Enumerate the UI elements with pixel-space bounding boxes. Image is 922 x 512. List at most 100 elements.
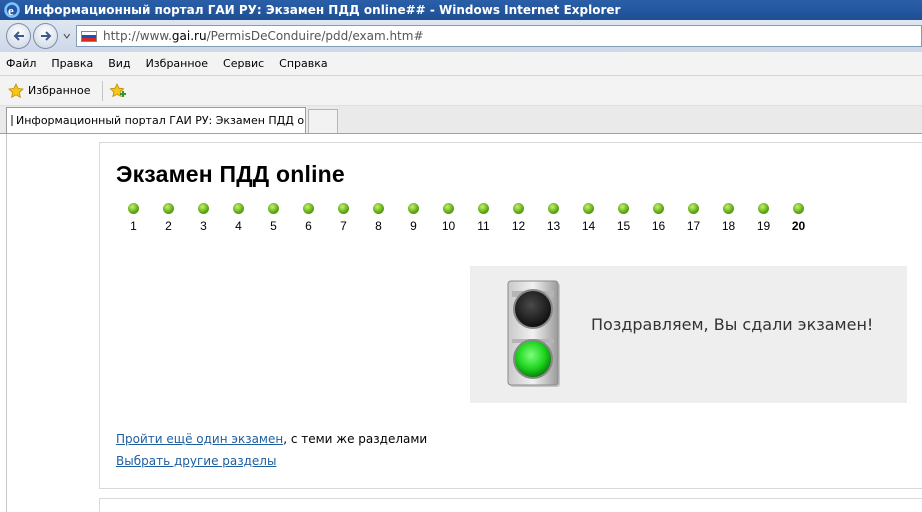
question-marker[interactable]: 11 (466, 199, 501, 235)
question-number: 13 (546, 219, 561, 233)
question-number: 12 (511, 219, 526, 233)
question-marker[interactable]: 16 (641, 199, 676, 235)
question-number: 7 (340, 219, 347, 233)
question-marker[interactable]: 18 (711, 199, 746, 235)
question-number: 14 (581, 219, 596, 233)
question-marker[interactable]: 17 (676, 199, 711, 235)
question-marker[interactable]: 8 (361, 199, 396, 235)
answered-status-icon (268, 203, 279, 214)
question-number: 9 (410, 219, 417, 233)
question-number: 10 (441, 219, 456, 233)
question-number: 3 (200, 219, 207, 233)
answered-status-icon (513, 203, 524, 214)
menu-favorites[interactable]: Избранное (146, 57, 208, 70)
add-to-favorites-icon[interactable] (109, 82, 127, 100)
address-bar: http://www.gai.ru/PermisDeConduire/pdd/e… (0, 20, 922, 52)
result-message: Поздравляем, Вы сдали экзамен! (591, 315, 874, 334)
question-progress: 1 2 3 4 5 6 7 8 9 10 11 12 13 14 15 16 17 18 19 20 (116, 199, 816, 235)
new-tab-button[interactable] (308, 109, 338, 133)
exam-panel: Экзамен ПДД online 1 2 3 4 5 6 7 8 9 10 11 12 13 14 15… (99, 142, 922, 489)
question-marker[interactable]: 9 (396, 199, 431, 235)
question-marker[interactable]: 20 (781, 199, 816, 235)
answered-status-icon (128, 203, 139, 214)
lower-panel (99, 498, 922, 512)
question-number: 16 (651, 219, 666, 233)
answered-status-icon (618, 203, 629, 214)
answered-status-icon (443, 203, 454, 214)
internet-explorer-icon: e (4, 2, 20, 18)
answered-status-icon (688, 203, 699, 214)
menu-edit[interactable]: Правка (51, 57, 93, 70)
answered-status-icon (723, 203, 734, 214)
svg-text:e: e (8, 3, 14, 18)
question-number: 19 (756, 219, 771, 233)
answered-status-icon (303, 203, 314, 214)
url-input[interactable]: http://www.gai.ru/PermisDeConduire/pdd/e… (76, 25, 922, 47)
tab-title: Информационный портал ГАИ РУ: Экзамен ПД… (16, 114, 306, 127)
menu-file[interactable]: Файл (6, 57, 36, 70)
question-marker[interactable]: 6 (291, 199, 326, 235)
question-number: 20 (791, 219, 806, 233)
choose-other-sections-link[interactable]: Выбрать другие разделы (116, 454, 276, 468)
question-marker[interactable]: 13 (536, 199, 571, 235)
question-number: 11 (477, 219, 490, 233)
answered-status-icon (758, 203, 769, 214)
tab-current-page[interactable]: Информационный портал ГАИ РУ: Экзамен ПД… (6, 107, 306, 133)
window-titlebar: e Информационный портал ГАИ РУ: Экзамен … (0, 0, 922, 20)
window-title: Информационный портал ГАИ РУ: Экзамен ПД… (24, 3, 621, 17)
url-text: http://www.gai.ru/PermisDeConduire/pdd/e… (103, 29, 424, 43)
russian-flag-icon (81, 30, 97, 42)
question-marker[interactable]: 7 (326, 199, 361, 235)
question-number: 8 (375, 219, 382, 233)
menu-view[interactable]: Вид (108, 57, 130, 70)
retake-exam-link[interactable]: Пройти ещё один экзамен (116, 432, 283, 446)
star-icon (8, 82, 24, 98)
page-content: Экзамен ПДД online 1 2 3 4 5 6 7 8 9 10 11 12 13 14 15… (0, 134, 922, 512)
answered-status-icon (373, 203, 384, 214)
question-number: 4 (235, 219, 242, 233)
left-divider (6, 134, 7, 512)
question-marker[interactable]: 14 (571, 199, 606, 235)
question-marker[interactable]: 5 (256, 199, 291, 235)
arrow-right-icon (40, 31, 52, 41)
back-button[interactable] (6, 23, 32, 49)
favorites-bar: Избранное (0, 76, 922, 106)
menu-bar: Файл Правка Вид Избранное Сервис Справка (0, 52, 922, 76)
question-number: 15 (616, 219, 631, 233)
tab-bar: Информационный портал ГАИ РУ: Экзамен ПД… (0, 106, 922, 134)
answered-status-icon (198, 203, 209, 214)
traffic-light-icon (507, 280, 560, 387)
answered-status-icon (653, 203, 664, 214)
question-number: 1 (130, 219, 137, 233)
question-marker[interactable]: 4 (221, 199, 256, 235)
answered-status-icon (163, 203, 174, 214)
question-marker[interactable]: 2 (151, 199, 186, 235)
favorites-button[interactable]: Избранное (8, 80, 104, 101)
question-marker[interactable]: 12 (501, 199, 536, 235)
question-marker[interactable]: 19 (746, 199, 781, 235)
forward-button[interactable] (33, 23, 59, 49)
russian-flag-icon (11, 115, 13, 126)
answered-status-icon (583, 203, 594, 214)
question-number: 2 (165, 219, 172, 233)
history-dropdown-chevron-icon[interactable] (62, 31, 72, 41)
answered-status-icon (548, 203, 559, 214)
page-title: Экзамен ПДД online (116, 161, 345, 187)
answered-status-icon (338, 203, 349, 214)
question-number: 6 (305, 219, 312, 233)
menu-help[interactable]: Справка (279, 57, 327, 70)
question-marker[interactable]: 15 (606, 199, 641, 235)
answered-status-icon (478, 203, 489, 214)
question-number: 5 (270, 219, 277, 233)
menu-tools[interactable]: Сервис (223, 57, 264, 70)
question-marker[interactable]: 10 (431, 199, 466, 235)
question-number: 17 (686, 219, 701, 233)
question-number: 18 (721, 219, 736, 233)
next-actions: Пройти ещё один экзамен, с теми же разде… (116, 432, 427, 476)
favorites-label: Избранное (28, 84, 91, 97)
question-marker[interactable]: 3 (186, 199, 221, 235)
question-marker[interactable]: 1 (116, 199, 151, 235)
answered-status-icon (793, 203, 804, 214)
result-box: Поздравляем, Вы сдали экзамен! (470, 266, 907, 403)
answered-status-icon (408, 203, 419, 214)
